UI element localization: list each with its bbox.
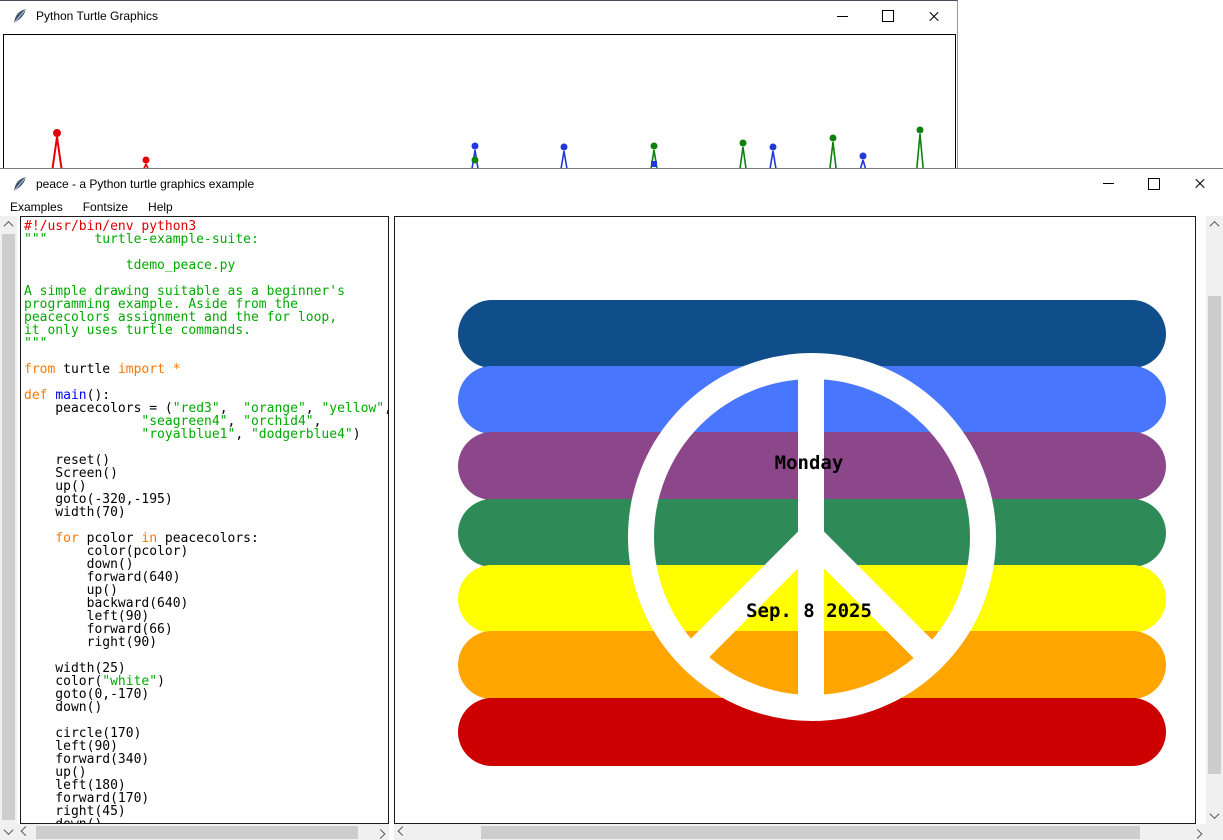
code-line: down() bbox=[24, 701, 388, 714]
chevron-up-icon bbox=[4, 221, 14, 231]
scroll-left-button[interactable] bbox=[394, 824, 411, 840]
tk-feather-icon bbox=[12, 8, 28, 24]
stick-figure bbox=[830, 135, 837, 171]
scroll-up-button[interactable] bbox=[1206, 216, 1223, 233]
minimize-icon bbox=[1103, 183, 1114, 184]
peace-drawing-canvas[interactable]: Monday Sep. 8 2025 bbox=[394, 216, 1196, 824]
menu-examples[interactable]: Examples bbox=[0, 198, 73, 216]
back-window-title: Python Turtle Graphics bbox=[36, 9, 158, 23]
menu-fontsize[interactable]: Fontsize bbox=[73, 198, 138, 216]
close-icon bbox=[1194, 178, 1206, 190]
code-hscroll-thumb[interactable] bbox=[36, 826, 358, 839]
chevron-left-icon bbox=[21, 826, 31, 836]
maximize-button[interactable] bbox=[865, 1, 911, 31]
tk-feather-icon bbox=[12, 176, 28, 192]
maximize-icon bbox=[882, 10, 894, 22]
stick-figure bbox=[472, 143, 479, 171]
maximize-icon bbox=[1148, 178, 1160, 190]
chevron-right-icon bbox=[1193, 828, 1203, 838]
code-vscroll-thumb[interactable] bbox=[2, 234, 15, 820]
peace-window: peace - a Python turtle graphics example… bbox=[0, 168, 1223, 839]
code-line: """ turtle-example-suite: bbox=[24, 233, 388, 246]
back-window-titlebar[interactable]: Python Turtle Graphics bbox=[0, 1, 957, 31]
peace-right-arm bbox=[811, 537, 931, 657]
stick-figure bbox=[740, 140, 747, 171]
peace-symbol bbox=[395, 217, 1195, 823]
code-line: from turtle import * bbox=[24, 363, 388, 376]
code-line: right(90) bbox=[24, 636, 388, 649]
scroll-right-button[interactable] bbox=[1189, 824, 1206, 840]
code-line: it only uses turtle commands. bbox=[24, 324, 388, 337]
scroll-up-button[interactable] bbox=[0, 216, 17, 233]
chevron-right-icon bbox=[376, 828, 386, 838]
canvas-label-weekday: Monday bbox=[775, 452, 844, 474]
stick-figure bbox=[917, 127, 924, 171]
menubar: Examples Fontsize Help bbox=[0, 198, 1223, 216]
chevron-down-icon bbox=[4, 825, 14, 835]
minimize-button[interactable] bbox=[1085, 169, 1131, 198]
canvas-hscroll-thumb[interactable] bbox=[481, 826, 1140, 839]
canvas-horizontal-scrollbar[interactable] bbox=[394, 824, 1206, 840]
code-horizontal-scrollbar[interactable] bbox=[17, 824, 389, 840]
code-line: width(70) bbox=[24, 506, 388, 519]
maximize-button[interactable] bbox=[1131, 169, 1177, 198]
peace-window-titlebar[interactable]: peace - a Python turtle graphics example bbox=[0, 169, 1223, 198]
chevron-up-icon bbox=[1210, 221, 1220, 231]
back-window-controls bbox=[819, 1, 957, 31]
canvas-vertical-scrollbar[interactable] bbox=[1206, 216, 1223, 824]
scroll-down-button[interactable] bbox=[0, 823, 17, 840]
code-line: """ bbox=[24, 337, 388, 350]
source-code-view[interactable]: #!/usr/bin/env python3""" turtle-example… bbox=[20, 216, 389, 824]
close-icon bbox=[928, 10, 940, 22]
scroll-right-button[interactable] bbox=[372, 824, 389, 840]
stick-figure bbox=[651, 143, 658, 171]
stick-figure bbox=[52, 129, 62, 170]
close-button[interactable] bbox=[911, 1, 957, 31]
chevron-down-icon bbox=[1210, 809, 1220, 819]
canvas-vscroll-thumb[interactable] bbox=[1208, 296, 1221, 774]
scroll-left-button[interactable] bbox=[17, 824, 34, 840]
stick-figure bbox=[770, 144, 777, 171]
peace-left-arm bbox=[691, 537, 811, 657]
code-line: "royalblue1", "dodgerblue4") bbox=[24, 428, 388, 441]
peace-window-title: peace - a Python turtle graphics example bbox=[36, 177, 254, 191]
peace-window-controls bbox=[1085, 169, 1223, 198]
minimize-button[interactable] bbox=[819, 1, 865, 31]
code-line: tdemo_peace.py bbox=[24, 259, 388, 272]
canvas-label-date: Sep. 8 2025 bbox=[746, 600, 872, 622]
chevron-left-icon bbox=[398, 826, 408, 836]
scrollbar-corner bbox=[1206, 824, 1223, 840]
turtle-figures bbox=[4, 35, 955, 170]
menu-help[interactable]: Help bbox=[138, 198, 183, 216]
stick-figure bbox=[561, 144, 568, 171]
scroll-down-button[interactable] bbox=[1206, 807, 1223, 824]
minimize-icon bbox=[837, 16, 848, 17]
code-vertical-scrollbar[interactable] bbox=[0, 216, 17, 840]
close-button[interactable] bbox=[1177, 169, 1223, 198]
